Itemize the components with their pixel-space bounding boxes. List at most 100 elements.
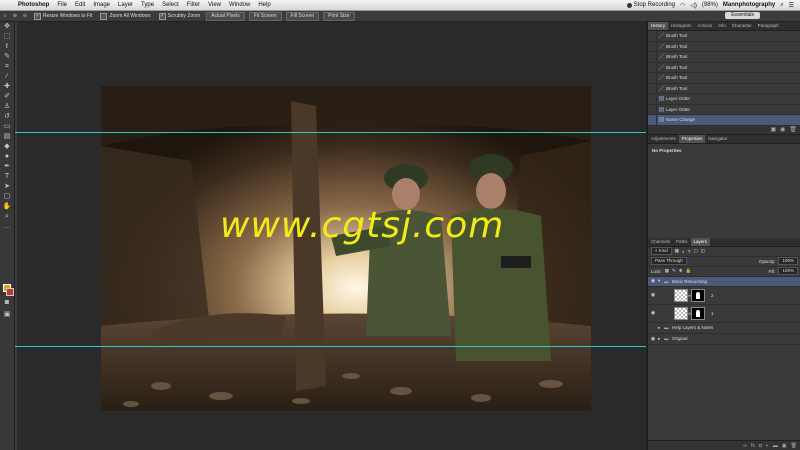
- layer-row[interactable]: ◉ ∞ 2: [648, 287, 800, 305]
- menu-help[interactable]: Help: [254, 2, 274, 8]
- history-snapshot-check[interactable]: [648, 83, 657, 93]
- battery-status[interactable]: (98%): [702, 2, 718, 8]
- new-document-from-state-icon[interactable]: ▣: [770, 126, 776, 133]
- path-selection-tool-icon[interactable]: ➤: [0, 182, 14, 192]
- edit-toolbar-icon[interactable]: …: [0, 222, 14, 232]
- menu-image[interactable]: Image: [89, 2, 114, 8]
- eyedropper-tool-icon[interactable]: ⁄: [0, 72, 14, 82]
- lock-all-icon[interactable]: 🔒: [686, 268, 692, 274]
- layer-mask-thumbnail[interactable]: [691, 288, 705, 302]
- horizontal-guide[interactable]: [15, 132, 646, 133]
- history-snapshot-check[interactable]: [648, 52, 657, 62]
- menu-edit[interactable]: Edit: [71, 2, 89, 8]
- tab-character[interactable]: Character: [729, 22, 755, 30]
- trash-icon[interactable]: 🗑: [789, 126, 797, 133]
- tab-history[interactable]: History: [648, 22, 669, 30]
- horizontal-guide[interactable]: [15, 346, 646, 347]
- tab-layers[interactable]: Layers: [690, 237, 711, 246]
- tab-properties[interactable]: Properties: [678, 134, 706, 143]
- document-image[interactable]: [101, 86, 591, 411]
- camera-snapshot-icon[interactable]: ◉: [780, 126, 785, 133]
- link-layers-icon[interactable]: ∞: [743, 443, 747, 449]
- new-layer-icon[interactable]: ▣: [782, 443, 787, 449]
- marquee-tool-icon[interactable]: ⬚: [0, 32, 14, 42]
- history-item[interactable]: ／ Brush Tool: [648, 41, 800, 52]
- type-tool-icon[interactable]: T: [0, 172, 14, 182]
- layer-group-basic-retouching[interactable]: ◉ ▾ ▬ Basic Retouching: [648, 276, 800, 287]
- menu-file[interactable]: File: [53, 2, 71, 8]
- history-item[interactable]: ／ Brush Tool: [648, 52, 800, 63]
- zoom-all-windows-checkbox[interactable]: Zoom All Windows: [100, 12, 151, 20]
- history-snapshot-check[interactable]: [648, 73, 657, 83]
- tab-paths[interactable]: Paths: [673, 238, 691, 246]
- tab-navigator[interactable]: Navigator: [705, 135, 730, 143]
- wifi-icon[interactable]: ◠: [680, 2, 685, 9]
- history-item[interactable]: ▤ Layer Order: [648, 104, 800, 115]
- quick-select-tool-icon[interactable]: ✎: [0, 52, 14, 62]
- fill-screen-button[interactable]: Fill Screen: [285, 11, 320, 21]
- tab-adjustments[interactable]: Adjustments: [648, 135, 679, 143]
- crop-tool-icon[interactable]: ⌗: [0, 62, 14, 72]
- gradient-tool-icon[interactable]: ▤: [0, 132, 14, 142]
- workspace-switcher[interactable]: Essentials: [725, 12, 760, 19]
- zoom-tool-icon[interactable]: ⌕: [0, 212, 14, 222]
- layer-group-original[interactable]: ◉ ▸ ▬ Original: [648, 334, 800, 345]
- blend-mode-select[interactable]: Pass Through: [651, 257, 687, 265]
- lock-transparent-icon[interactable]: ▦: [665, 268, 669, 274]
- filter-shape-icon[interactable]: ▢: [694, 248, 698, 254]
- eye-icon[interactable]: ◉: [648, 292, 658, 298]
- zoom-in-icon[interactable]: ⊕: [10, 13, 20, 19]
- tab-channels[interactable]: Channels: [648, 238, 673, 246]
- blur-tool-icon[interactable]: ◆: [0, 142, 14, 152]
- zoom-out-icon[interactable]: ⊖: [20, 13, 30, 19]
- user-name[interactable]: Mannphotography: [723, 2, 775, 8]
- history-item[interactable]: ▤ Layer Order: [648, 94, 800, 105]
- eraser-tool-icon[interactable]: ▭: [0, 122, 14, 132]
- brush-tool-icon[interactable]: ✐: [0, 92, 14, 102]
- history-snapshot-check[interactable]: [648, 115, 657, 125]
- resize-windows-checkbox[interactable]: ✓ Resize Windows to Fit: [34, 12, 92, 20]
- menu-filter[interactable]: Filter: [183, 2, 204, 8]
- fill-field[interactable]: 100%: [778, 267, 798, 275]
- layer-mask-thumbnail[interactable]: [691, 306, 705, 320]
- filter-type-icon[interactable]: T: [688, 249, 691, 254]
- lock-position-icon[interactable]: ✥: [679, 268, 683, 274]
- lasso-tool-icon[interactable]: ℓ: [0, 42, 14, 52]
- hand-tool-icon[interactable]: ✋: [0, 202, 14, 212]
- menu-view[interactable]: View: [204, 2, 225, 8]
- history-snapshot-check[interactable]: [648, 104, 657, 114]
- history-snapshot-check[interactable]: [648, 31, 657, 41]
- history-snapshot-check[interactable]: [648, 62, 657, 72]
- volume-icon[interactable]: ◁): [690, 2, 697, 9]
- history-snapshot-check[interactable]: [648, 41, 657, 51]
- layer-row[interactable]: ◉ ∞ 1: [648, 305, 800, 323]
- eye-icon[interactable]: ◉: [648, 310, 658, 316]
- new-group-icon[interactable]: ▬: [773, 443, 778, 449]
- filter-pixel-icon[interactable]: ▦: [675, 248, 679, 254]
- lock-image-icon[interactable]: ✎: [672, 268, 676, 274]
- history-item[interactable]: ／ Brush Tool: [648, 73, 800, 84]
- notification-list-icon[interactable]: ☰: [789, 2, 794, 9]
- tab-info[interactable]: Info: [715, 22, 729, 30]
- pen-tool-icon[interactable]: ✒: [0, 162, 14, 172]
- layer-kind-filter[interactable]: ⌕ Kind: [651, 247, 672, 255]
- history-snapshot-check[interactable]: [648, 94, 657, 104]
- shape-tool-icon[interactable]: ▢: [0, 192, 14, 202]
- history-item[interactable]: ／ Brush Tool: [648, 83, 800, 94]
- menu-window[interactable]: Window: [225, 2, 254, 8]
- print-size-button[interactable]: Print Size: [323, 11, 355, 21]
- actual-pixels-button[interactable]: Actual Pixels: [206, 11, 245, 21]
- eye-icon[interactable]: ◉: [648, 278, 658, 284]
- eye-icon[interactable]: ◉: [648, 336, 658, 342]
- history-item-selected[interactable]: ▤ Name Change: [648, 115, 800, 126]
- quick-mask-icon[interactable]: ◙: [0, 298, 14, 308]
- trash-icon[interactable]: 🗑: [791, 443, 797, 449]
- move-tool-icon[interactable]: ✥: [0, 22, 14, 32]
- screen-mode-icon[interactable]: ▣: [0, 310, 14, 320]
- tab-paragraph[interactable]: Paragraph: [755, 22, 782, 30]
- history-brush-tool-icon[interactable]: ↺: [0, 112, 14, 122]
- tab-actions[interactable]: Actions: [695, 22, 716, 30]
- healing-brush-tool-icon[interactable]: ✚: [0, 82, 14, 92]
- menu-type[interactable]: Type: [137, 2, 158, 8]
- scrubby-zoom-checkbox[interactable]: ✓ Scrubby Zoom: [158, 12, 200, 20]
